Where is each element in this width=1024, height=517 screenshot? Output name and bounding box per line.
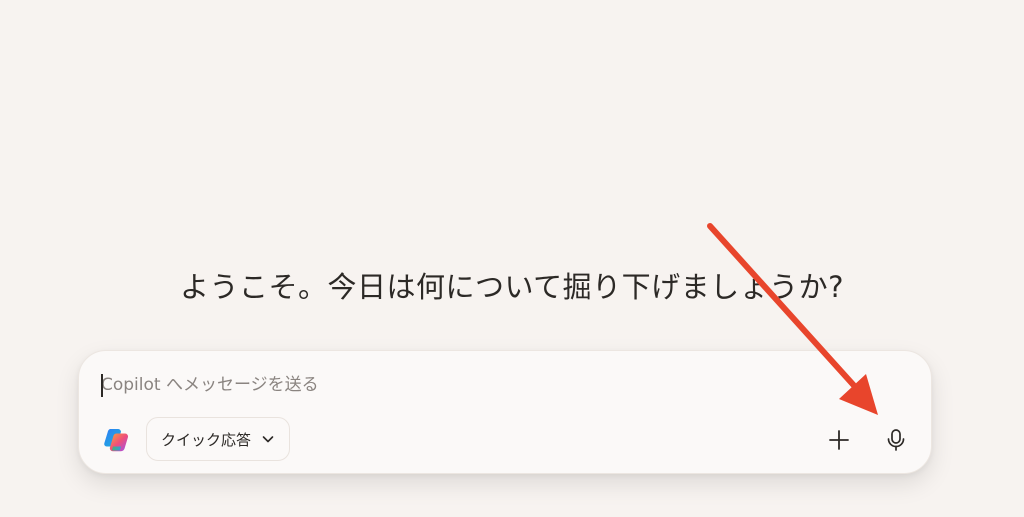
chevron-down-icon <box>262 436 274 443</box>
voice-input-button[interactable] <box>881 425 911 455</box>
copilot-logo-icon <box>104 428 129 452</box>
message-input[interactable] <box>101 371 861 399</box>
plus-icon <box>829 430 849 450</box>
copilot-home-page: ようこそ。今日は何について掘り下げましょうか? Copilot へメッセージを送… <box>0 0 1024 517</box>
mode-button-label: クイック応答 <box>161 430 252 449</box>
welcome-heading: ようこそ。今日は何について掘り下げましょうか? <box>179 270 845 304</box>
text-caret <box>101 374 103 397</box>
add-attachment-button[interactable] <box>824 425 854 455</box>
microphone-icon <box>887 429 905 451</box>
message-composer: クイック応答 <box>78 350 932 474</box>
quick-response-mode-button[interactable]: クイック応答 <box>146 417 291 461</box>
